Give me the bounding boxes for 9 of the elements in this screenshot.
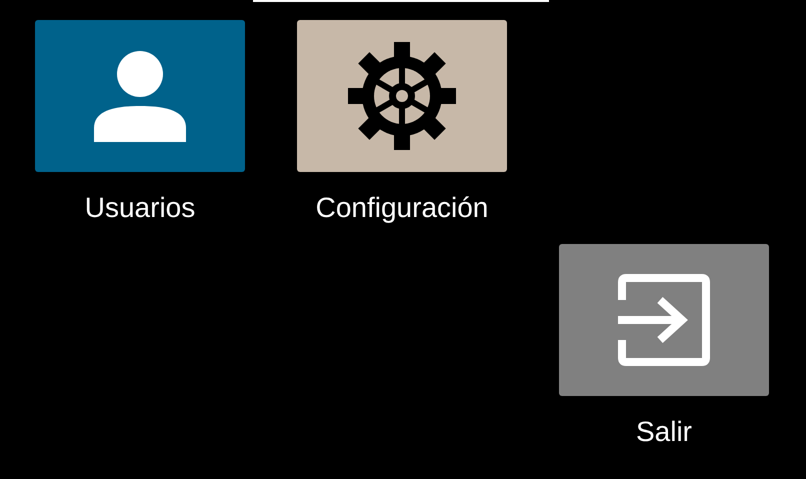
tile-label: Salir <box>636 415 692 449</box>
user-icon <box>94 50 186 142</box>
tile-label: Configuración <box>316 191 488 225</box>
tile-label: Usuarios <box>84 191 196 225</box>
exit-icon <box>618 274 710 366</box>
tile-button[interactable] <box>559 244 769 396</box>
tile-button[interactable] <box>35 20 245 172</box>
tile-button[interactable] <box>297 20 507 172</box>
settings-icon <box>348 42 456 150</box>
